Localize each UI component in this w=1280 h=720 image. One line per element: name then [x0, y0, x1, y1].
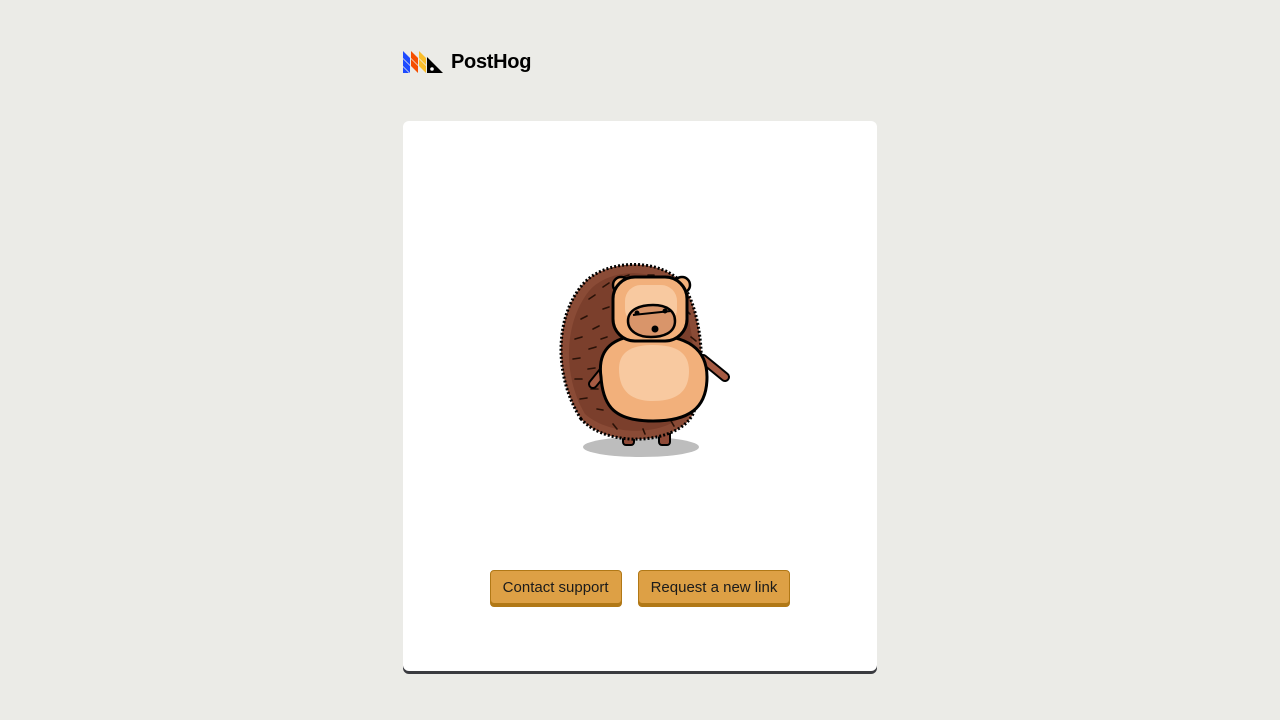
contact-support-button[interactable]: Contact support	[489, 570, 622, 604]
action-buttons: Contact support Request a new link	[403, 570, 877, 604]
error-card: Contact support Request a new link	[403, 121, 877, 671]
request-new-link-button[interactable]: Request a new link	[637, 570, 791, 604]
logo-text: PostHog	[451, 51, 532, 73]
posthog-logo-icon	[403, 51, 443, 73]
posthog-logo[interactable]: PostHog	[403, 50, 531, 74]
hedgehog-illustration	[559, 262, 730, 457]
